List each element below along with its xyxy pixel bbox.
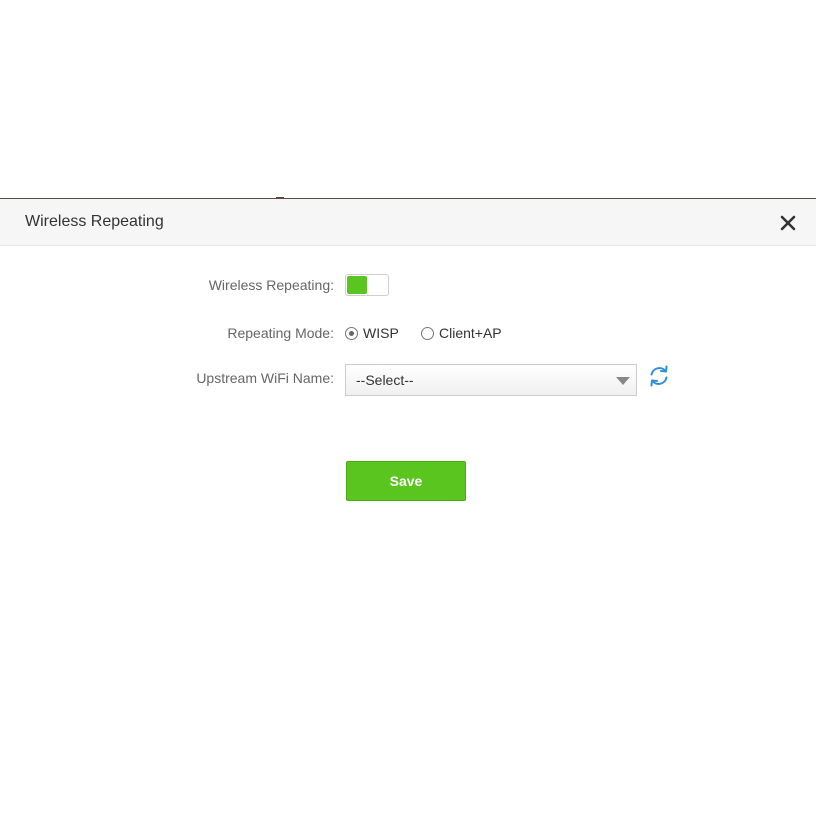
page: Wireless Repeating Wireless Repeating: R… xyxy=(0,0,816,816)
radio-client-ap-label: Client+AP xyxy=(439,325,502,341)
dialog-header: Wireless Repeating xyxy=(0,199,816,246)
refresh-button[interactable] xyxy=(647,364,671,388)
dialog-title: Wireless Repeating xyxy=(25,213,164,230)
radio-wisp[interactable]: WISP xyxy=(345,325,399,341)
repeating-mode-label: Repeating Mode: xyxy=(227,325,334,341)
close-button[interactable] xyxy=(778,213,798,233)
upstream-wifi-select-value: --Select-- xyxy=(356,372,414,388)
upstream-wifi-select[interactable]: --Select-- xyxy=(345,364,637,396)
chevron-down-icon xyxy=(616,377,630,385)
wireless-repeating-toggle[interactable] xyxy=(345,274,389,296)
radio-client-ap[interactable]: Client+AP xyxy=(421,325,502,341)
upstream-wifi-label: Upstream WiFi Name: xyxy=(196,370,334,386)
close-icon xyxy=(780,215,796,231)
toggle-on-indicator xyxy=(347,276,367,294)
radio-wisp-label: WISP xyxy=(363,325,399,341)
repeating-mode-row: Repeating Mode: WISP Client+AP xyxy=(0,325,816,349)
wireless-repeating-row: Wireless Repeating: xyxy=(0,274,816,298)
radio-wisp-circle[interactable] xyxy=(345,326,358,340)
wireless-repeating-label: Wireless Repeating: xyxy=(208,277,334,293)
save-button[interactable]: Save xyxy=(346,461,466,501)
radio-client-ap-circle[interactable] xyxy=(421,326,434,340)
upstream-wifi-row: Upstream WiFi Name: --Select-- xyxy=(0,364,816,396)
refresh-icon xyxy=(650,365,668,387)
wireless-repeating-dialog: Wireless Repeating Wireless Repeating: R… xyxy=(0,199,816,816)
